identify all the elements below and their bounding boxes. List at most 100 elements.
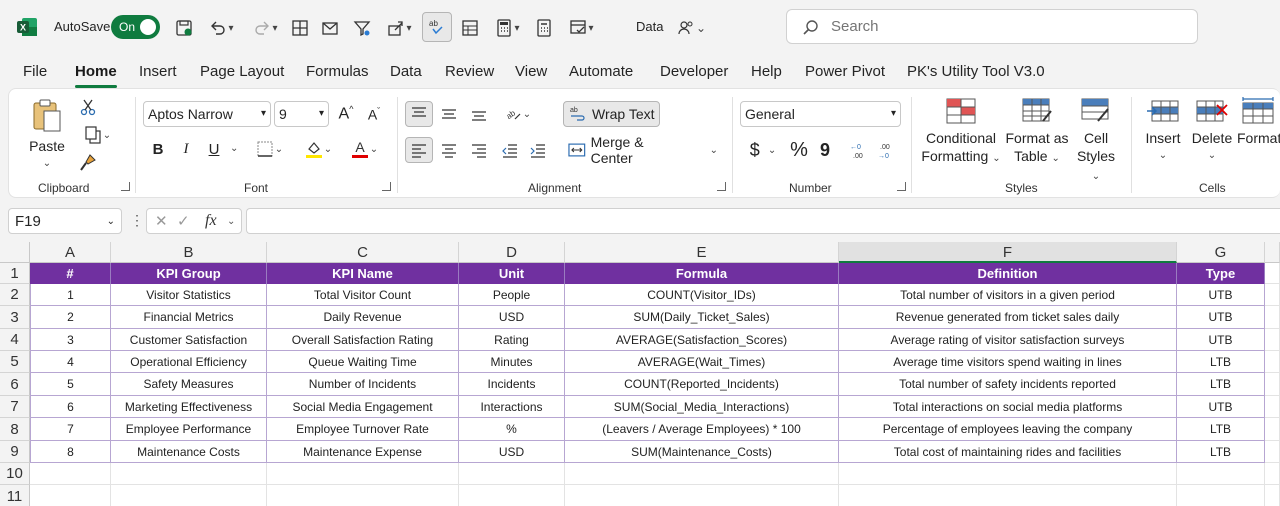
autosave-toggle[interactable]: On [111,15,160,39]
tab-insert[interactable]: Insert [139,63,177,80]
table-cell[interactable]: Total number of visitors in a given peri… [839,284,1177,306]
table-cell[interactable]: AVERAGE(Satisfaction_Scores) [565,329,839,351]
search-input[interactable] [831,18,1171,35]
copy-button[interactable]: ⌄ [75,123,119,147]
tab-home[interactable]: Home [75,63,117,88]
tab-page-layout[interactable]: Page Layout [200,63,284,80]
format-painter-qat-button[interactable]: ▾ [562,16,600,40]
format-as-table-button[interactable]: Format as Table ⌄ [1005,97,1069,168]
alignment-launcher-icon[interactable] [717,182,726,191]
table-cell[interactable]: COUNT(Visitor_IDs) [565,284,839,306]
filter-button[interactable] [350,16,374,40]
empty-cell[interactable] [30,463,111,485]
mail-button[interactable] [318,16,342,40]
align-middle-button[interactable] [435,101,463,127]
table-header-cell[interactable]: # [30,263,111,284]
row-header-9[interactable]: 9 [0,441,30,463]
table-cell[interactable]: 6 [30,396,111,418]
tab-power-pivot[interactable]: Power Pivot [805,63,885,80]
table-cell[interactable]: USD [459,306,565,329]
format-cells-button[interactable]: Format [1237,97,1280,147]
wrap-text-button[interactable]: ab Wrap Text [563,101,660,127]
decrease-font-button[interactable]: Aˇ [363,101,385,127]
table-cell[interactable]: Maintenance Costs [111,441,267,463]
font-color-button[interactable]: A ⌄ [343,137,385,161]
clipboard-launcher-icon[interactable] [121,182,130,191]
chevron-down-icon[interactable]: ⌄ [227,216,235,227]
tab-help[interactable]: Help [751,63,782,80]
row-header-10[interactable]: 10 [0,463,30,485]
align-top-button[interactable] [405,101,433,127]
underline-button[interactable]: U [203,137,225,161]
table-cell[interactable]: LTB [1177,373,1265,396]
table-header-cell[interactable]: Type [1177,263,1265,284]
share-people-button[interactable]: ⌄ [670,16,712,40]
table-cell[interactable]: UTB [1177,306,1265,329]
table-cell[interactable]: Daily Revenue [267,306,459,329]
column-header-d[interactable]: D [459,242,565,263]
format-painter-button[interactable] [75,151,101,175]
table-cell[interactable]: (Leavers / Average Employees) * 100 [565,418,839,441]
orientation-button[interactable]: ab ⌄ [497,101,537,127]
empty-cell[interactable] [1265,306,1280,329]
align-center-button[interactable] [435,137,463,163]
table-cell[interactable]: Minutes [459,351,565,373]
tab-review[interactable]: Review [445,63,494,80]
row-header-5[interactable]: 5 [0,351,30,373]
decrease-decimal-button[interactable]: .00 →0 [875,137,899,163]
table-cell[interactable]: Percentage of employees leaving the comp… [839,418,1177,441]
cancel-icon[interactable]: ✕ [155,212,168,230]
table-cell[interactable]: SUM(Social_Media_Interactions) [565,396,839,418]
table-cell[interactable]: LTB [1177,351,1265,373]
row-header-8[interactable]: 8 [0,418,30,441]
table-header-cell[interactable]: Formula [565,263,839,284]
tab-view[interactable]: View [515,63,547,80]
merge-center-button[interactable]: Merge & Center ⌄ [563,134,718,166]
table-cell[interactable]: Total cost of maintaining rides and faci… [839,441,1177,463]
table-cell[interactable]: 4 [30,351,111,373]
empty-cell[interactable] [111,463,267,485]
redo-button[interactable]: ▾ [246,16,284,40]
empty-cell[interactable] [267,485,459,506]
table-header-cell[interactable]: KPI Group [111,263,267,284]
table-cell[interactable]: 2 [30,306,111,329]
table-cell[interactable]: Total Visitor Count [267,284,459,306]
insert-cells-button[interactable]: Insert ⌄ [1141,97,1185,165]
empty-cell[interactable] [1265,329,1280,351]
form-button[interactable] [458,16,482,40]
number-format-select[interactable]: General ▾ [740,101,901,127]
empty-cell[interactable] [459,463,565,485]
search-box[interactable] [786,9,1198,44]
comma-button[interactable]: 9 [815,137,835,163]
fill-color-button[interactable]: ⌄ [297,137,339,161]
table-cell[interactable]: USD [459,441,565,463]
table-cell[interactable]: Customer Satisfaction [111,329,267,351]
spreadsheet-grid[interactable]: A B C D E F G 1 2 3 4 5 6 7 8 9 10 11 # KPI Group KPI Name Un… [0,242,1280,506]
font-launcher-icon[interactable] [382,182,391,191]
cell-styles-button[interactable]: Cell Styles ⌄ [1071,97,1121,186]
empty-cell[interactable] [1265,351,1280,373]
empty-cell[interactable] [1265,373,1280,396]
save-button[interactable] [172,16,196,40]
table-cell[interactable]: UTB [1177,396,1265,418]
empty-cell[interactable] [267,463,459,485]
tab-formulas[interactable]: Formulas [306,63,369,80]
table-header-cell[interactable]: Definition [839,263,1177,284]
empty-cell[interactable] [1265,396,1280,418]
share-button[interactable]: ▾ [380,16,418,40]
increase-indent-button[interactable] [525,137,551,163]
align-right-button[interactable] [465,137,493,163]
align-bottom-button[interactable] [465,101,493,127]
row-header-4[interactable]: 4 [0,329,30,351]
table-header-cell[interactable]: KPI Name [267,263,459,284]
delete-cells-button[interactable]: Delete ⌄ [1189,97,1235,165]
empty-cell[interactable] [1265,284,1280,306]
empty-cell[interactable] [1177,485,1265,506]
table-cell[interactable]: UTB [1177,329,1265,351]
empty-cell[interactable] [111,485,267,506]
column-header-f[interactable]: F [839,242,1177,263]
column-header-extra[interactable] [1265,242,1280,263]
column-header-a[interactable]: A [30,242,111,263]
table-cell[interactable]: Total number of safety incidents reporte… [839,373,1177,396]
row-header-6[interactable]: 6 [0,373,30,396]
